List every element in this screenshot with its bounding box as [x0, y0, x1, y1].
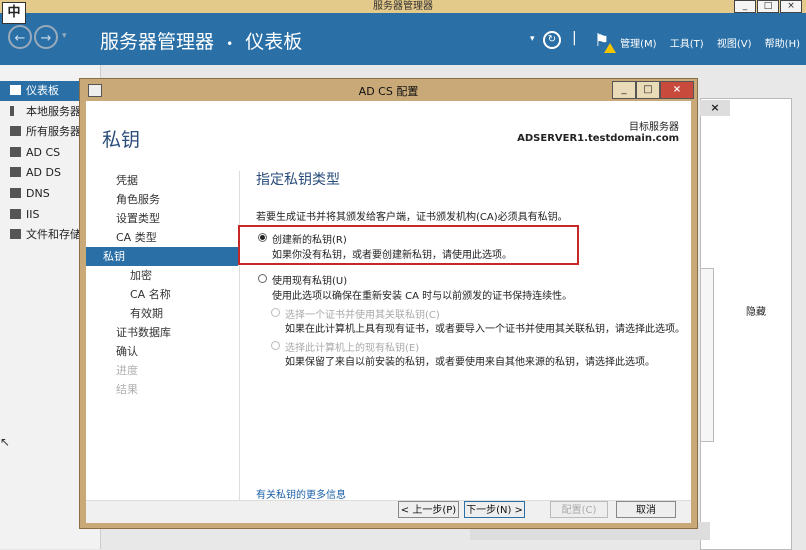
target-server-name: ADSERVER1.testdomain.com — [517, 133, 679, 144]
nav-progress: 进度 — [116, 364, 138, 377]
forward-arrow-icon[interactable]: → — [34, 25, 58, 49]
hide-link[interactable]: 隐藏 — [746, 303, 766, 318]
dashboard-icon — [10, 85, 21, 95]
maximize-button[interactable]: □ — [757, 0, 779, 13]
iis-icon — [10, 209, 21, 219]
radio-select-existing-key — [271, 341, 280, 350]
cancel-button[interactable]: 取消 — [616, 501, 676, 518]
ime-indicator[interactable]: 中 — [2, 2, 26, 24]
app-header: ← → ▾ 服务器管理器 • 仪表板 ▾ ↻ | ⚑ 管理(M) 工具(T) 视… — [0, 13, 806, 65]
nav-results: 结果 — [116, 383, 138, 396]
breadcrumb: 服务器管理器 • 仪表板 — [100, 27, 302, 54]
option-use-existing-key-desc: 使用此选项以确保在重新安装 CA 时与以前颁发的证书保持连续性。 — [272, 291, 573, 302]
server-icon — [10, 106, 14, 116]
option-select-certificate-label: 选择一个证书并使用其关联私钥(C) — [285, 310, 440, 321]
background-scrollbar[interactable] — [700, 268, 714, 442]
nav-role-services[interactable]: 角色服务 — [86, 190, 238, 209]
radio-use-existing-key[interactable] — [258, 274, 267, 283]
nav-confirmation[interactable]: 确认 — [86, 342, 238, 361]
menu-help[interactable]: 帮助(H) — [765, 39, 800, 50]
minimize-button[interactable]: _ — [734, 0, 756, 13]
next-button[interactable]: 下一步(N) > — [464, 501, 525, 518]
nav-private-key[interactable]: 私钥 — [86, 247, 238, 266]
back-arrow-icon[interactable]: ← — [8, 25, 32, 49]
adcs-icon — [10, 147, 21, 157]
dialog-close-button[interactable]: × — [660, 81, 694, 99]
refresh-dropdown-icon[interactable]: ▾ — [530, 34, 535, 44]
menu-view[interactable]: 视图(V) — [717, 39, 752, 50]
menu-tools[interactable]: 工具(T) — [670, 39, 704, 50]
intro-text: 若要生成证书并将其颁发给客户端，证书颁发机构(CA)必须具有私钥。 — [256, 212, 568, 223]
dialog-titlebar: AD CS 配置 _ □ × — [80, 79, 697, 101]
section-title: 指定私钥类型 — [256, 172, 340, 188]
radio-select-certificate — [271, 308, 280, 317]
nav-validity-period[interactable]: 有效期 — [86, 304, 238, 323]
radio-create-new-key[interactable] — [258, 233, 267, 242]
close-button[interactable]: × — [780, 0, 802, 13]
dialog-title: AD CS 配置 — [358, 85, 419, 98]
dns-icon — [10, 188, 21, 198]
option-use-existing-key-label[interactable]: 使用现有私钥(U) — [272, 272, 347, 287]
history-dropdown-icon[interactable]: ▾ — [62, 31, 67, 41]
option-create-new-key-label[interactable]: 创建新的私钥(R) — [272, 231, 347, 246]
target-server-label: 目标服务器 — [629, 122, 679, 133]
nav-divider — [239, 171, 240, 501]
background-close-icon[interactable]: × — [700, 100, 730, 116]
nav-ca-type[interactable]: CA 类型 — [86, 228, 238, 247]
window-title: 服务器管理器 — [373, 1, 433, 12]
menu-manage[interactable]: 管理(M) — [620, 39, 656, 50]
menu-bar: 管理(M) 工具(T) 视图(V) 帮助(H) — [610, 35, 800, 50]
dialog-maximize-button[interactable]: □ — [636, 81, 660, 99]
option-select-existing-key-label: 选择此计算机上的现有私钥(E) — [285, 343, 420, 354]
back-button[interactable]: < 上一步(P) — [398, 501, 459, 518]
configure-button: 配置(C) — [550, 501, 608, 518]
nav-credentials[interactable]: 凭据 — [86, 171, 238, 190]
nav-cryptography[interactable]: 加密 — [86, 266, 238, 285]
more-info-link[interactable]: 有关私钥的更多信息 — [256, 486, 346, 501]
option-select-certificate-desc: 如果在此计算机上具有现有证书，或者要导入一个证书并使用其关联私钥，请选择此选项。 — [285, 324, 685, 335]
nav-setup-type[interactable]: 设置类型 — [86, 209, 238, 228]
breadcrumb-separator-icon: • — [226, 37, 234, 51]
nav-certificate-database[interactable]: 证书数据库 — [86, 323, 238, 342]
option-create-new-key-desc: 如果你没有私钥，或者要创建新私钥，请使用此选项。 — [272, 250, 512, 261]
header-separator: | — [572, 30, 577, 46]
breadcrumb-page: 仪表板 — [245, 31, 303, 53]
refresh-icon[interactable]: ↻ — [543, 31, 561, 49]
adcs-config-dialog: AD CS 配置 _ □ × 私钥 目标服务器 ADSERVER1.testdo… — [79, 78, 698, 529]
adds-icon — [10, 167, 21, 177]
window-titlebar: 服务器管理器 — [0, 0, 806, 13]
nav-ca-name[interactable]: CA 名称 — [86, 285, 238, 304]
option-select-existing-key-desc: 如果保留了来自以前安装的私钥，或者要使用来自其他来源的私钥，请选择此选项。 — [285, 357, 655, 368]
page-title: 私钥 — [102, 129, 141, 151]
storage-icon — [10, 229, 21, 239]
breadcrumb-app: 服务器管理器 — [100, 31, 215, 53]
servers-icon — [10, 126, 21, 136]
dialog-minimize-button[interactable]: _ — [612, 81, 636, 99]
dialog-body: 私钥 目标服务器 ADSERVER1.testdomain.com 凭据 角色服… — [86, 101, 691, 523]
mouse-cursor-icon: ↖ — [0, 435, 11, 449]
